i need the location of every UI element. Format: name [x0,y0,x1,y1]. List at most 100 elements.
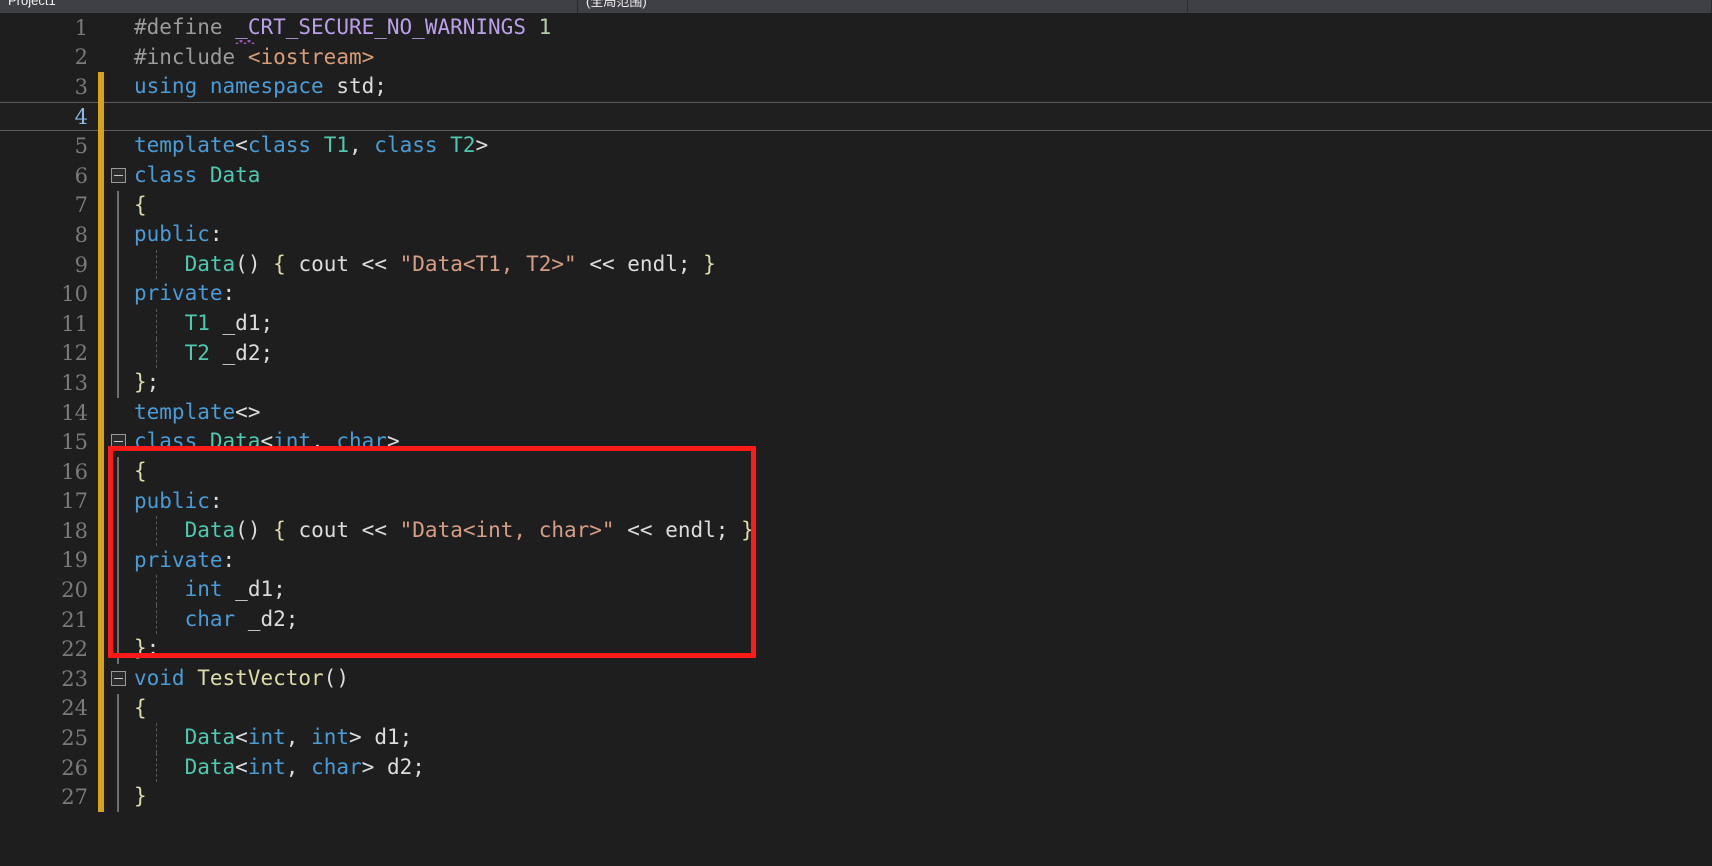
line-number: 8 [74,222,88,247]
code-text[interactable]: public: [128,220,1712,250]
code-text[interactable]: using namespace std; [128,72,1712,102]
code-text[interactable]: Data() { cout << "Data<int, char>" << en… [128,516,1712,546]
fold-column[interactable] [108,752,128,783]
code-line[interactable]: 13}; [0,368,1712,398]
member-dropdown[interactable] [1188,0,1712,13]
code-line[interactable]: 11 T1 _d1; [0,308,1712,339]
code-line[interactable]: 27} [0,782,1712,813]
fold-region-line [117,516,119,546]
code-line[interactable]: 15 class Data<int, char> [0,427,1712,457]
code-text[interactable]: { [128,694,1712,724]
code-text[interactable]: int _d1; [128,575,1712,605]
code-text[interactable]: Data<int, int> d1; [128,723,1712,753]
code-text[interactable]: Data<int, char> d2; [128,752,1712,783]
code-text[interactable]: T2 _d2; [128,338,1712,369]
fold-column[interactable] [108,279,128,309]
line-number: 22 [61,637,88,662]
code-text[interactable]: public: [128,487,1712,517]
code-line[interactable]: 17 public: [0,486,1712,517]
code-line[interactable]: 7{ [0,190,1712,221]
code-line[interactable]: 23 void TestVector() [0,664,1712,694]
code-text[interactable]: #define _CRT_SECURE_NO_WARNINGS 1 [128,13,1712,44]
code-text[interactable]: }; [128,634,1712,664]
fold-column[interactable] [108,634,128,665]
code-line[interactable]: 4 [0,101,1712,132]
fold-column[interactable] [108,102,128,132]
indent-guide [156,249,157,280]
fold-column[interactable] [108,693,128,724]
collapse-minus-icon[interactable] [111,167,126,183]
line-number: 5 [74,134,88,159]
code-line[interactable]: 12 T2 _d2; [0,338,1712,369]
code-text[interactable]: { [128,191,1712,221]
fold-column[interactable] [108,486,128,517]
code-text[interactable]: template<> [128,398,1712,428]
code-line[interactable]: 24 { [0,693,1712,724]
fold-region-line [117,752,119,783]
code-line[interactable]: 19 private: [0,545,1712,576]
fold-column[interactable] [108,72,128,102]
fold-column[interactable] [108,13,128,43]
code-line[interactable]: 22}; [0,634,1712,665]
indent-guide [156,516,157,546]
fold-region-line [117,279,119,309]
fold-column[interactable] [108,516,128,546]
fold-column[interactable] [108,604,128,635]
code-text[interactable]: private: [128,279,1712,309]
code-text[interactable]: private: [128,546,1712,576]
fold-column[interactable] [108,398,128,428]
code-line[interactable]: 6 class Data [0,160,1712,191]
fold-region-line [117,368,119,398]
code-text[interactable]: class Data<int, char> [128,427,1712,457]
code-line[interactable]: 10 private: [0,279,1712,309]
fold-column[interactable] [108,575,128,605]
fold-column[interactable] [108,723,128,753]
fold-column[interactable] [108,782,128,813]
code-line[interactable]: 18 Data() { cout << "Data<int, char>" <<… [0,516,1712,546]
code-text[interactable]: char _d2; [128,604,1712,635]
code-line[interactable]: 21 char _d2; [0,604,1712,635]
fold-column[interactable] [108,249,128,280]
code-text[interactable]: }; [128,368,1712,398]
code-line[interactable]: 1 #define _CRT_SECURE_NO_WARNINGS 1 [0,13,1712,44]
code-text[interactable]: { [128,457,1712,487]
code-line[interactable]: 8 public: [0,220,1712,250]
global-scope-label: (全局范围) [586,0,647,9]
code-text[interactable]: Data() { cout << "Data<T1, T2>" << endl;… [128,249,1712,280]
project-scope-dropdown[interactable]: Project1 [0,0,578,13]
indent-guide [156,604,157,635]
code-text[interactable]: void TestVector() [128,664,1712,694]
fold-column[interactable] [108,368,128,398]
code-line[interactable]: 26 Data<int, char> d2; [0,752,1712,783]
code-line[interactable]: 2 #include <iostream> [0,43,1712,73]
collapse-minus-icon[interactable] [111,671,126,687]
code-text[interactable]: T1 _d1; [128,308,1712,339]
code-line[interactable]: 25 Data<int, int> d1; [0,723,1712,753]
fold-column[interactable] [108,190,128,221]
fold-column[interactable] [108,161,128,191]
code-line[interactable]: 3 using namespace std; [0,72,1712,102]
fold-column[interactable] [108,43,128,73]
collapse-minus-icon[interactable] [111,434,126,450]
global-scope-dropdown[interactable]: (全局范围) [578,0,1188,13]
code-line[interactable]: 20 int _d1; [0,575,1712,605]
fold-column[interactable] [108,338,128,369]
fold-column[interactable] [108,308,128,339]
fold-column[interactable] [108,545,128,576]
fold-column[interactable] [108,427,128,457]
fold-column[interactable] [108,220,128,250]
code-text[interactable]: template<class T1, class T2> [128,131,1712,161]
code-text[interactable]: class Data [128,161,1712,191]
project-scope-label: Project1 [8,0,56,8]
code-line[interactable]: 9 Data() { cout << "Data<T1, T2>" << end… [0,249,1712,280]
fold-column[interactable] [108,664,128,694]
code-line[interactable]: 14 template<> [0,397,1712,428]
fold-column[interactable] [108,456,128,487]
fold-column[interactable] [108,131,128,161]
line-number: 17 [61,489,88,514]
code-line[interactable]: 16 { [0,456,1712,487]
code-text[interactable]: #include <iostream> [128,43,1712,73]
code-line[interactable]: 5 template<class T1, class T2> [0,131,1712,161]
code-editor[interactable]: 1 #define _CRT_SECURE_NO_WARNINGS 1 2 #incl… [0,13,1712,866]
code-text[interactable]: } [128,782,1712,812]
